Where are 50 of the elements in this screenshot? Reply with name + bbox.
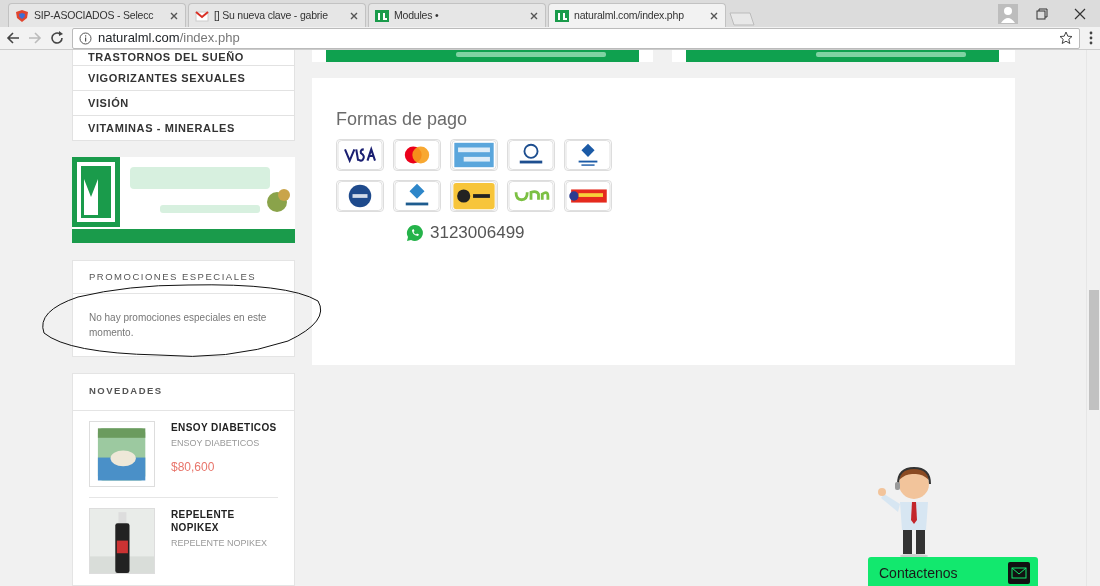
category-link[interactable]: VISIÓN	[72, 91, 295, 116]
close-icon[interactable]	[349, 10, 359, 21]
payment-logo-icon	[336, 180, 384, 212]
product-subtitle: REPELENTE NOPIKEX	[171, 536, 269, 550]
section-title: Formas de pago	[336, 108, 469, 131]
browser-tab[interactable]: SIP-ASOCIADOS - Selecc	[8, 3, 186, 27]
payment-logo-icon	[564, 139, 612, 171]
promo-message: No hay promociones especiales en este momento.	[89, 312, 267, 339]
close-icon[interactable]	[169, 10, 179, 21]
site-logo-icon	[375, 8, 389, 23]
mail-icon	[195, 8, 209, 23]
site-logo-icon	[555, 8, 569, 23]
browser-tab[interactable]: Modules •	[368, 3, 546, 27]
category-link[interactable]: VIGORIZANTES SEXUALES	[72, 66, 295, 91]
payment-logo-icon	[507, 180, 555, 212]
category-link[interactable]: VITAMINAS - MINERALES	[72, 116, 295, 141]
url-path: /index.php	[179, 30, 240, 46]
payment-logo-icon	[450, 139, 498, 171]
bookmark-star-icon[interactable]	[1059, 31, 1073, 45]
product-price: $80,600	[171, 459, 216, 476]
browser-tab[interactable]: [] Su nueva clave - gabrie	[188, 3, 366, 27]
address-bar[interactable]: naturalml.com/index.php	[72, 27, 1080, 49]
payment-logo-icon	[450, 180, 498, 212]
panel-title: NOVEDADES	[73, 374, 294, 411]
menu-icon[interactable]	[1088, 31, 1094, 45]
payment-logo-icon	[336, 139, 384, 171]
product-name[interactable]: REPELENTE NOPIKEX	[171, 507, 278, 534]
mail-icon	[1008, 562, 1030, 584]
close-icon[interactable]	[1074, 7, 1086, 20]
info-icon	[79, 31, 92, 45]
payment-logo-icon	[564, 180, 612, 212]
product-subtitle: ENSOY DIABETICOS	[171, 436, 261, 450]
whatsapp-icon	[406, 223, 424, 242]
scrollbar[interactable]	[1086, 50, 1100, 586]
category-link[interactable]: TRASTORNOS DEL SUEÑO	[72, 50, 295, 66]
restore-icon[interactable]	[1036, 7, 1048, 20]
url-host: naturalml.com	[98, 30, 180, 46]
browser-tab[interactable]: naturalml.com/index.php	[548, 3, 726, 27]
close-icon[interactable]	[529, 10, 539, 21]
phone-number: 3123006499	[430, 222, 525, 244]
contact-button[interactable]: Contactenos	[868, 557, 1038, 586]
back-icon[interactable]	[6, 31, 20, 45]
shield-icon	[15, 8, 29, 23]
product-name[interactable]: ENSOY DIABETICOS	[171, 420, 277, 434]
payment-logo-icon	[507, 139, 555, 171]
payment-logo-icon	[393, 180, 441, 212]
reload-icon[interactable]	[50, 31, 64, 45]
panel-title: PROMOCIONES ESPECIALES	[73, 261, 294, 295]
payment-logo-icon	[393, 139, 441, 171]
close-icon[interactable]	[709, 10, 719, 21]
